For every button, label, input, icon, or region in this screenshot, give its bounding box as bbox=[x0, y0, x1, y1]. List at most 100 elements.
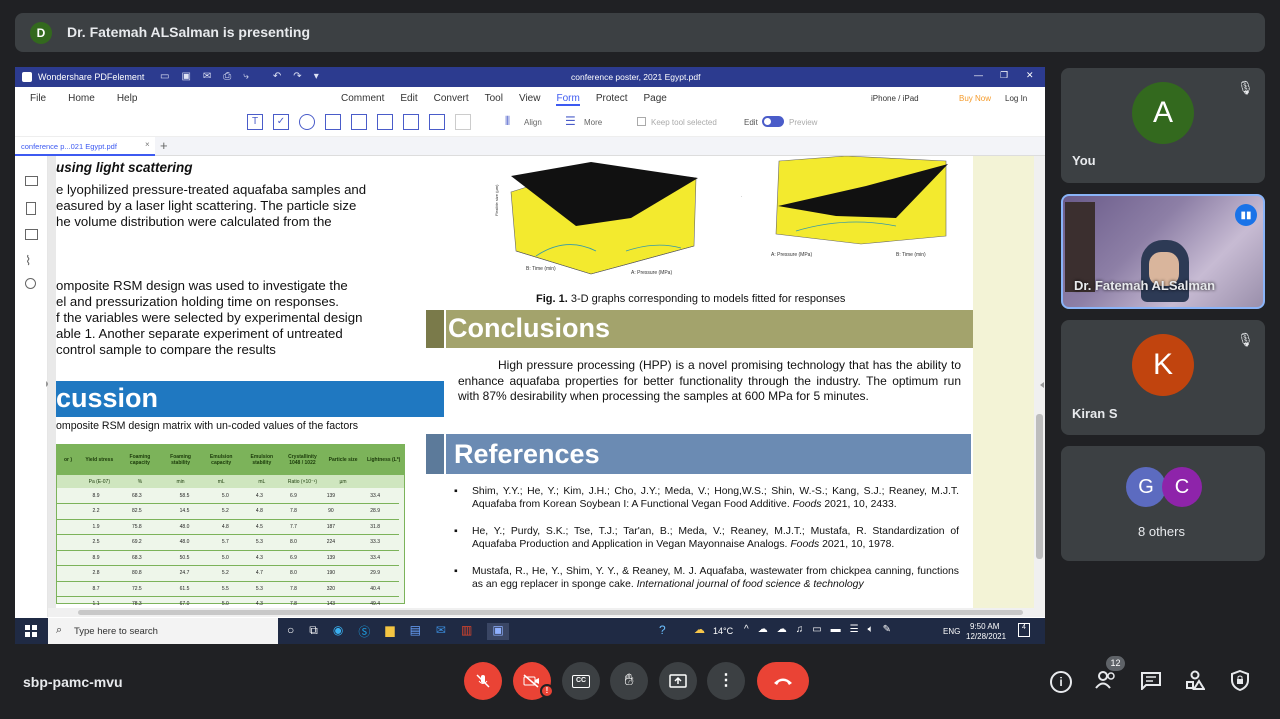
camera-toggle-button[interactable]: ! bbox=[513, 662, 554, 700]
document-tab[interactable]: conference p...021 Egypt.pdf × bbox=[15, 137, 155, 156]
tray-onedrive-icon[interactable]: ☁ bbox=[777, 624, 787, 635]
undo-icon[interactable]: ↶ bbox=[273, 71, 281, 82]
more-button[interactable]: More bbox=[584, 118, 602, 127]
combo-box-icon[interactable] bbox=[325, 114, 341, 130]
horizontal-scroll-thumb[interactable] bbox=[78, 610, 1023, 615]
menu-form[interactable]: Form bbox=[556, 93, 580, 106]
pdfelement-logo-icon bbox=[22, 72, 32, 82]
eraser-icon[interactable] bbox=[455, 114, 471, 130]
menu-page[interactable]: Page bbox=[644, 93, 667, 106]
dropdown-icon[interactable]: ▾ bbox=[314, 71, 319, 82]
image-field-icon[interactable] bbox=[403, 114, 419, 130]
participant-tile-presenter[interactable]: ▮▮ Dr. Fatemah ALSalman bbox=[1061, 194, 1265, 309]
pdfelement-taskbar-icon[interactable]: ▣ bbox=[487, 623, 509, 640]
more-icon[interactable]: ☰ bbox=[565, 114, 576, 128]
tray-display-icon[interactable]: ▭ bbox=[812, 624, 821, 635]
menu-home[interactable]: Home bbox=[68, 93, 95, 104]
table-cell: 8.0 bbox=[276, 565, 311, 582]
redo-icon[interactable]: ↷ bbox=[293, 71, 301, 82]
close-icon[interactable]: ✕ bbox=[1026, 70, 1034, 81]
menu-help[interactable]: Help bbox=[117, 93, 138, 104]
comment-icon[interactable] bbox=[25, 229, 38, 240]
date-field-icon[interactable] bbox=[429, 114, 445, 130]
taskbar-search-box[interactable]: ⌕ Type here to search bbox=[48, 618, 278, 644]
weather-temp[interactable]: 14°C bbox=[713, 626, 733, 636]
tab-close-icon[interactable]: × bbox=[145, 140, 150, 149]
maximize-icon[interactable]: ❐ bbox=[1000, 70, 1008, 81]
people-button[interactable] bbox=[1094, 670, 1118, 690]
align-button[interactable]: Align bbox=[524, 118, 542, 127]
activities-button[interactable] bbox=[1185, 670, 1205, 690]
edge-icon[interactable]: ◉ bbox=[333, 623, 343, 640]
mail-icon[interactable]: ✉ bbox=[203, 71, 211, 82]
participant-tile-others[interactable]: G C 8 others bbox=[1061, 446, 1265, 561]
meeting-details-icon[interactable]: i bbox=[1050, 671, 1072, 693]
file-explorer-icon[interactable]: ▆ bbox=[385, 623, 394, 640]
search-icon[interactable] bbox=[25, 278, 36, 289]
menu-file[interactable]: File bbox=[30, 93, 46, 104]
bookmark-icon[interactable] bbox=[26, 202, 36, 215]
menu-tool[interactable]: Tool bbox=[485, 93, 503, 106]
office-icon[interactable]: ▥ bbox=[461, 623, 472, 640]
captions-button[interactable]: CC bbox=[562, 662, 600, 700]
edit-preview-toggle[interactable] bbox=[762, 116, 784, 127]
menu-edit[interactable]: Edit bbox=[400, 93, 417, 106]
more-options-button[interactable]: ⋮ bbox=[707, 662, 745, 700]
menu-comment[interactable]: Comment bbox=[341, 93, 384, 106]
present-button[interactable] bbox=[659, 662, 697, 700]
collapse-arrow-icon[interactable] bbox=[1040, 382, 1044, 388]
tray-volume-icon[interactable]: 🔈︎ bbox=[868, 624, 874, 635]
participant-tile-kiran[interactable]: K 🎙︎ Kiran S bbox=[1061, 320, 1265, 435]
task-view-icon[interactable]: ⧉ bbox=[309, 623, 318, 640]
table-cell: 75.8 bbox=[113, 519, 161, 535]
keep-tool-checkbox[interactable] bbox=[637, 117, 646, 126]
participant-tile-you[interactable]: A 🎙︎ You bbox=[1061, 68, 1265, 183]
mic-toggle-button[interactable] bbox=[464, 662, 502, 700]
leave-call-button[interactable] bbox=[757, 662, 809, 700]
cortana-icon[interactable]: ○ bbox=[287, 623, 294, 640]
menu-convert[interactable]: Convert bbox=[434, 93, 469, 106]
button-field-icon[interactable] bbox=[377, 114, 393, 130]
store-icon[interactable]: ▤ bbox=[410, 623, 421, 640]
minimize-icon[interactable]: — bbox=[974, 70, 983, 80]
clock-time[interactable]: 9:50 AM bbox=[970, 622, 999, 631]
attachment-icon[interactable]: ⌇ bbox=[25, 253, 31, 269]
mail-app-icon[interactable]: ✉ bbox=[436, 623, 446, 640]
list-box-icon[interactable] bbox=[351, 114, 367, 130]
host-controls-button[interactable] bbox=[1231, 670, 1249, 691]
tray-chevron-icon[interactable]: ^ bbox=[744, 624, 749, 635]
new-tab-icon[interactable]: + bbox=[160, 138, 168, 153]
help-icon[interactable]: ? bbox=[659, 623, 666, 637]
table-header-cell: Foaming stability bbox=[170, 454, 191, 466]
clock-date[interactable]: 12/28/2021 bbox=[966, 632, 1006, 641]
tray-network-icon[interactable]: ☰ bbox=[850, 624, 859, 635]
graph1-xlabel: B: Time (min) bbox=[526, 266, 556, 272]
save-icon[interactable]: ▣ bbox=[181, 71, 190, 82]
vertical-scroll-thumb[interactable] bbox=[1036, 414, 1043, 559]
tray-pen-icon[interactable]: ✎ bbox=[883, 624, 891, 635]
checkbox-icon[interactable]: ✓ bbox=[273, 114, 289, 130]
buy-now-link[interactable]: Buy Now bbox=[959, 94, 991, 103]
raise-hand-button[interactable]: ✋︎ bbox=[610, 662, 648, 700]
table-subheader-cell: Ratio (×10⁻¹) bbox=[287, 478, 318, 485]
skype-icon[interactable]: Ⓢ bbox=[358, 623, 370, 640]
notification-icon[interactable]: 4 bbox=[1018, 623, 1030, 637]
tray-battery-icon[interactable]: ▬ bbox=[831, 624, 841, 635]
print-icon[interactable]: ⎙ bbox=[223, 71, 231, 82]
text-field-icon[interactable]: T bbox=[247, 114, 263, 130]
share-icon[interactable]: ⤷ bbox=[243, 71, 249, 82]
menu-view[interactable]: View bbox=[519, 93, 541, 106]
align-icon[interactable]: ⫴ bbox=[505, 114, 510, 129]
menu-protect[interactable]: Protect bbox=[596, 93, 628, 106]
tray-mic-icon[interactable]: ♫ bbox=[796, 624, 804, 635]
horizontal-scrollbar[interactable] bbox=[48, 608, 1034, 617]
tray-cloud-icon[interactable]: ☁ bbox=[758, 624, 768, 635]
folder-icon[interactable]: ▭ bbox=[160, 71, 169, 82]
radio-button-icon[interactable] bbox=[299, 114, 315, 130]
iphone-ipad-link[interactable]: iPhone / iPad bbox=[871, 94, 919, 103]
login-link[interactable]: Log In bbox=[1005, 94, 1027, 103]
windows-start-icon[interactable] bbox=[25, 625, 37, 637]
thumbnails-icon[interactable] bbox=[25, 176, 38, 186]
chat-button[interactable] bbox=[1141, 672, 1161, 690]
language-indicator[interactable]: ENG bbox=[943, 627, 960, 636]
